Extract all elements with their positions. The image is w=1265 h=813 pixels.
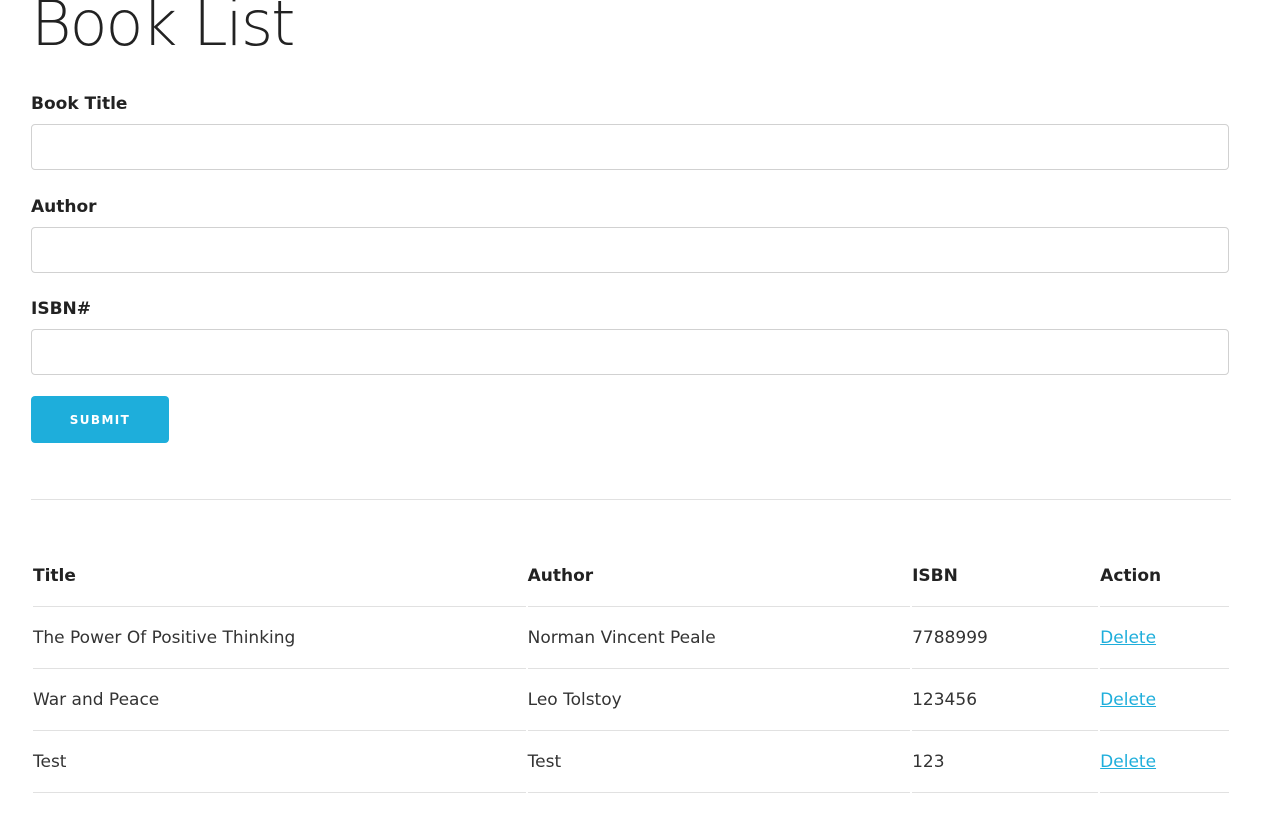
page: Book List Book Title Author ISBN# SUBMIT… <box>0 0 1265 813</box>
delete-link[interactable]: Delete <box>1100 690 1156 710</box>
page-title: Book List <box>31 0 295 60</box>
cell-author: Leo Tolstoy <box>527 669 911 731</box>
column-header-title: Title <box>33 545 526 607</box>
cell-action: Delete <box>1100 607 1229 669</box>
cell-title: The Power Of Positive Thinking <box>33 607 526 669</box>
author-label: Author <box>31 197 97 217</box>
cell-action: Delete <box>1100 731 1229 793</box>
column-header-action: Action <box>1100 545 1229 607</box>
cell-title: Test <box>33 731 526 793</box>
cell-author: Norman Vincent Peale <box>527 607 911 669</box>
table-header: Title Author ISBN Action <box>33 545 1229 607</box>
book-title-label: Book Title <box>31 94 128 114</box>
cell-isbn: 7788999 <box>912 607 1099 669</box>
cell-title: War and Peace <box>33 669 526 731</box>
book-title-input[interactable] <box>31 124 1229 170</box>
delete-link[interactable]: Delete <box>1100 752 1156 772</box>
table-header-row: Title Author ISBN Action <box>33 545 1229 607</box>
cell-author: Test <box>527 731 911 793</box>
column-header-author: Author <box>527 545 911 607</box>
cell-action: Delete <box>1100 669 1229 731</box>
cell-isbn: 123 <box>912 731 1099 793</box>
cell-isbn: 123456 <box>912 669 1099 731</box>
delete-link[interactable]: Delete <box>1100 628 1156 648</box>
table-row: War and Peace Leo Tolstoy 123456 Delete <box>33 669 1229 731</box>
section-divider <box>31 499 1231 500</box>
isbn-input[interactable] <box>31 329 1229 375</box>
author-input[interactable] <box>31 227 1229 273</box>
column-header-isbn: ISBN <box>912 545 1099 607</box>
isbn-label: ISBN# <box>31 299 91 319</box>
table-body: The Power Of Positive Thinking Norman Vi… <box>33 607 1229 793</box>
submit-button[interactable]: SUBMIT <box>31 396 169 443</box>
table-row: Test Test 123 Delete <box>33 731 1229 793</box>
table-row: The Power Of Positive Thinking Norman Vi… <box>33 607 1229 669</box>
book-table: Title Author ISBN Action The Power Of Po… <box>31 545 1231 793</box>
